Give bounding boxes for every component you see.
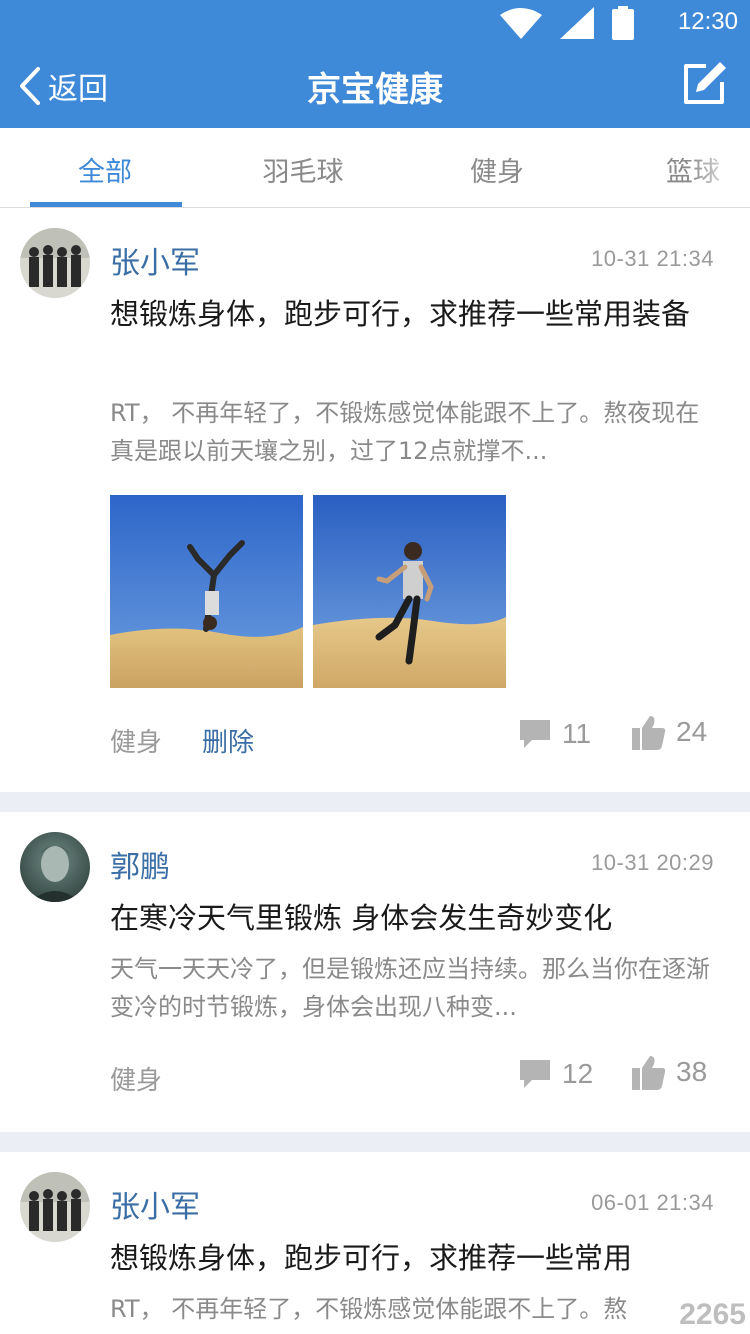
- comment-count-value: 12: [562, 1058, 594, 1089]
- like-count-value: 38: [676, 1056, 708, 1087]
- delete-button[interactable]: 删除: [202, 722, 254, 759]
- post-title[interactable]: 想锻炼身体，跑步可行，求推荐一些常用装备: [110, 292, 722, 336]
- edit-icon[interactable]: [680, 60, 728, 108]
- post-time: 10-31 21:34: [591, 246, 714, 271]
- post-card[interactable]: 张小军 06-01 21:34 想锻炼身体，跑步可行，求推荐一些常用 RT， 不…: [0, 1152, 750, 1334]
- cell-signal-icon: [560, 7, 594, 39]
- like-count[interactable]: 38: [632, 1054, 707, 1090]
- post-title[interactable]: 在寒冷天气里锻炼 身体会发生奇妙变化: [110, 896, 722, 940]
- tab-fitness[interactable]: 健身: [422, 150, 572, 189]
- avatar[interactable]: [20, 832, 90, 902]
- status-bar: 12:30: [0, 0, 750, 46]
- page-title: 京宝健康: [307, 70, 443, 110]
- comment-count[interactable]: 12: [518, 1058, 593, 1090]
- app-header: 12:30 返回 京宝健康: [0, 0, 750, 128]
- comment-count-value: 11: [562, 718, 592, 749]
- post-time: 06-01 21:34: [591, 1190, 714, 1215]
- post-tag[interactable]: 健身: [110, 1060, 162, 1097]
- tab-all[interactable]: 全部: [30, 150, 180, 189]
- nav-bar: 返回 京宝健康: [0, 46, 750, 128]
- battery-icon: [612, 6, 634, 40]
- avatar[interactable]: [20, 228, 90, 298]
- comment-icon: [520, 1060, 550, 1088]
- like-count-value: 24: [676, 716, 708, 747]
- comment-icon: [520, 720, 550, 748]
- author-name[interactable]: 郭鹏: [110, 842, 170, 886]
- post-card[interactable]: 郭鹏 10-31 20:29 在寒冷天气里锻炼 身体会发生奇妙变化 天气一天天冷…: [0, 812, 750, 1132]
- tab-indicator: [30, 202, 182, 207]
- post-summary: 天气一天天冷了，但是锻炼还应当持续。那么当你在逐渐变冷的时节锻炼，身体会出现八种…: [110, 955, 710, 1021]
- author-name[interactable]: 张小军: [110, 1182, 200, 1226]
- category-tabs: 全部 羽毛球 健身 篮球: [0, 128, 750, 208]
- post-time: 10-31 20:29: [591, 850, 714, 875]
- post-summary: RT， 不再年轻了，不锻炼感觉体能跟不上了。熬夜现在真是跟以前天壤之别，过了12…: [110, 399, 700, 465]
- avatar[interactable]: [20, 1172, 90, 1242]
- comment-count[interactable]: 11: [518, 718, 591, 750]
- thumbs-up-icon: [632, 716, 666, 750]
- post-card[interactable]: 张小军 10-31 21:34 想锻炼身体，跑步可行，求推荐一些常用装备 RT，…: [0, 208, 750, 792]
- post-image[interactable]: [313, 495, 506, 688]
- post-title[interactable]: 想锻炼身体，跑步可行，求推荐一些常用: [110, 1236, 722, 1280]
- status-time: 12:30: [677, 8, 738, 35]
- post-tag[interactable]: 健身: [110, 722, 162, 759]
- tabs-fade: [690, 128, 750, 206]
- watermark-logo: 2265: [679, 1298, 746, 1331]
- thumbs-up-icon: [632, 1056, 666, 1090]
- post-image[interactable]: [110, 495, 303, 688]
- wifi-icon: [500, 8, 542, 39]
- tab-badminton[interactable]: 羽毛球: [228, 150, 378, 189]
- status-icons: [500, 6, 634, 40]
- post-summary: RT， 不再年轻了，不锻炼感觉体能跟不上了。熬: [110, 1295, 628, 1323]
- author-name[interactable]: 张小军: [110, 238, 200, 282]
- like-count[interactable]: 24: [632, 714, 707, 750]
